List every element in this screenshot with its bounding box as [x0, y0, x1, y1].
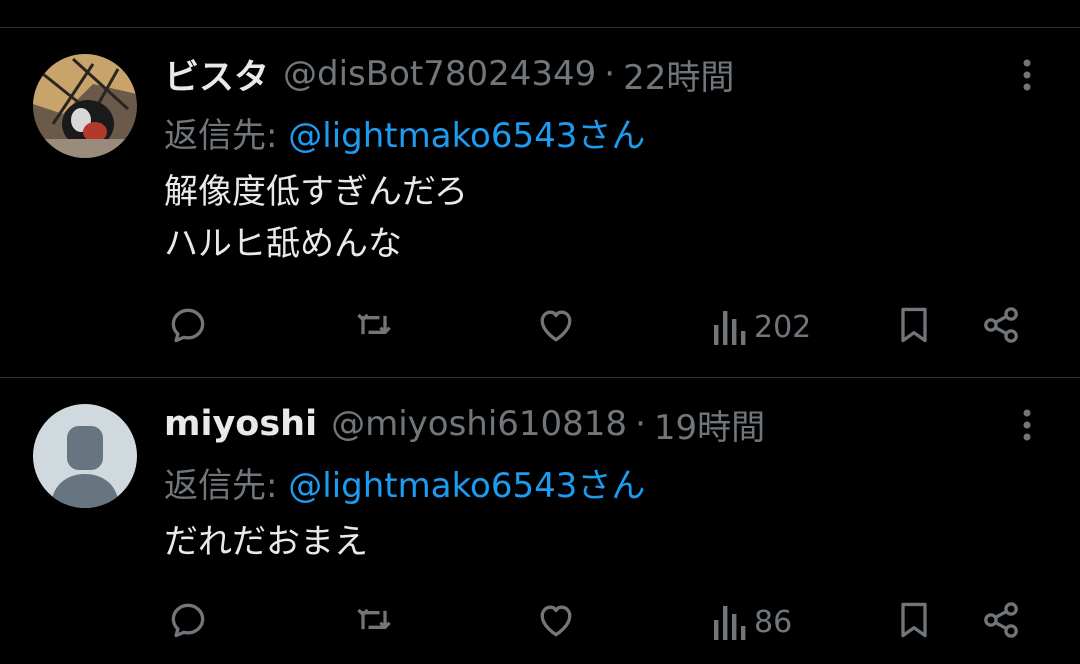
tweet-text: だれだおまえ [164, 516, 368, 568]
vertical-ellipsis-icon [1023, 409, 1031, 441]
views-button[interactable]: 86 [712, 598, 792, 646]
more-options-button[interactable] [1010, 55, 1044, 95]
top-divider [0, 27, 1080, 28]
tweet-divider [0, 377, 1080, 378]
user-handle[interactable]: @miyoshi610818 [331, 404, 627, 444]
timestamp[interactable]: 19時間 [654, 400, 765, 449]
display-name[interactable]: miyoshi [164, 404, 317, 444]
like-button[interactable] [534, 301, 578, 349]
speech-bubble-icon [171, 603, 205, 638]
tweet-text: 解像度低すぎんだろ ハルヒ舐めんな [164, 166, 468, 270]
views-count: 86 [754, 604, 793, 640]
views-count: 202 [754, 309, 812, 345]
display-name[interactable]: ビスタ [164, 49, 269, 100]
retweet-button[interactable] [352, 301, 396, 349]
share-icon [984, 307, 1018, 343]
bookmark-button[interactable] [892, 301, 936, 349]
reply-button[interactable] [166, 596, 210, 644]
mention-link[interactable]: @lightmako6543さん [288, 116, 645, 156]
avatar[interactable] [33, 54, 137, 158]
bookmark-icon [901, 307, 927, 343]
reply-context: 返信先: @lightmako6543さん [164, 458, 645, 507]
share-icon [984, 602, 1018, 638]
heart-icon [540, 605, 572, 637]
reply-context: 返信先: @lightmako6543さん [164, 108, 645, 157]
tweet-header: ビスタ @disBot78024349 · 22時間 [164, 50, 734, 99]
bookmark-button[interactable] [892, 596, 936, 644]
tweet-text-line: だれだおまえ [164, 522, 368, 562]
reply-prefix: 返信先: [164, 116, 289, 156]
bar-chart-icon [714, 606, 746, 640]
tweet-text-line: 解像度低すぎんだろ [164, 172, 468, 212]
share-button[interactable] [979, 596, 1023, 644]
mention-link[interactable]: @lightmako6543さん [288, 466, 645, 506]
bar-chart-icon [714, 311, 746, 345]
retweet-icon [357, 313, 391, 335]
default-avatar-icon [33, 404, 137, 508]
separator-dot: · [604, 54, 616, 94]
retweet-icon [357, 608, 391, 630]
views-button[interactable]: 202 [712, 303, 811, 351]
share-button[interactable] [979, 301, 1023, 349]
reply-prefix: 返信先: [164, 466, 289, 506]
avatar[interactable] [33, 404, 137, 508]
user-handle[interactable]: @disBot78024349 [283, 54, 596, 94]
vertical-ellipsis-icon [1023, 59, 1031, 91]
more-options-button[interactable] [1010, 405, 1044, 445]
tweet-header: miyoshi @miyoshi610818 · 19時間 [164, 400, 765, 449]
separator-dot: · [635, 404, 646, 444]
reply-button[interactable] [166, 301, 210, 349]
bookmark-icon [901, 602, 927, 638]
tweet-text-line: ハルヒ舐めんな [164, 224, 402, 264]
photo-avatar-icon [33, 54, 137, 158]
timestamp[interactable]: 22時間 [623, 50, 734, 99]
heart-icon [540, 310, 572, 342]
retweet-button[interactable] [352, 596, 396, 644]
like-button[interactable] [534, 596, 578, 644]
speech-bubble-icon [171, 308, 205, 343]
